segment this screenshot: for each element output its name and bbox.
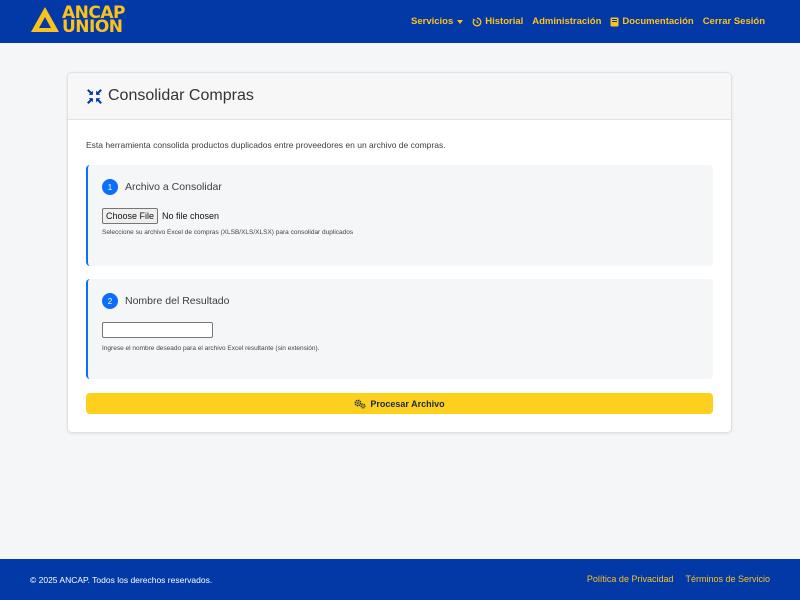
step-number-badge: 1 <box>102 179 118 195</box>
card-header: Consolidar Compras <box>68 73 731 120</box>
step-archivo-section: 1 Archivo a Consolidar Choose File No fi… <box>86 165 713 266</box>
intro-text: Esta herramienta consolida productos dup… <box>86 140 446 150</box>
step-number-badge: 2 <box>102 293 118 309</box>
nav-servicios-label: Servicios <box>411 16 454 27</box>
step-nombre-section: 2 Nombre del Resultado Ingrese el nombre… <box>86 279 713 379</box>
nav-documentacion[interactable]: Documentación <box>610 16 694 27</box>
page-title: Consolidar Compras <box>108 87 254 104</box>
top-navbar: ANCAP UNION Servicios Historial Administ… <box>0 0 800 43</box>
nav-cerrar-sesion[interactable]: Cerrar Sesión <box>703 16 765 27</box>
caret-down-icon <box>457 19 464 24</box>
nav-historial-label: Historial <box>485 16 524 27</box>
nav-administracion[interactable]: Administración <box>532 16 601 27</box>
process-button-label: Procesar Archivo <box>370 398 445 409</box>
file-status: No file chosen <box>162 211 220 221</box>
terms-of-service-link[interactable]: Términos de Servicio <box>685 574 770 584</box>
brand-name: ANCAP UNION <box>62 5 125 37</box>
nav-historial[interactable]: Historial <box>472 16 523 27</box>
step-label: Nombre del Resultado <box>125 295 230 307</box>
footer: © 2025 ANCAP. Todos los derechos reserva… <box>0 559 800 600</box>
brand-logo[interactable]: ANCAP UNION <box>30 5 125 37</box>
consolidate-card: Consolidar Compras Esta herramienta cons… <box>67 72 732 433</box>
privacy-policy-link[interactable]: Política de Privacidad <box>587 574 674 584</box>
choose-file-button[interactable]: Choose File <box>102 208 159 224</box>
nav-cerrar-sesion-label: Cerrar Sesión <box>702 16 765 27</box>
result-help-text: Ingrese el nombre deseado para el archiv… <box>102 345 320 352</box>
compress-arrows-icon <box>87 88 102 104</box>
result-name-input[interactable] <box>102 322 213 338</box>
file-input[interactable]: Choose File No file chosen <box>102 208 219 224</box>
brand-line-2: UNION <box>62 17 123 37</box>
footer-links: Política de Privacidad Términos de Servi… <box>575 574 770 584</box>
book-icon <box>610 17 619 27</box>
gears-icon <box>354 399 366 409</box>
history-icon <box>472 17 482 27</box>
step-header: 2 Nombre del Resultado <box>102 293 229 309</box>
nav-links: Servicios Historial Administración Docum… <box>402 0 765 43</box>
step-header: 1 Archivo a Consolidar <box>102 179 222 195</box>
nav-administracion-label: Administración <box>532 16 602 27</box>
nav-servicios-dropdown[interactable]: Servicios <box>411 16 464 27</box>
file-help-text: Seleccione su archivo Excel de compras (… <box>102 229 354 236</box>
copyright-text: © 2025 ANCAP. Todos los derechos reserva… <box>30 575 213 585</box>
ancap-logo-icon <box>31 7 59 32</box>
step-label: Archivo a Consolidar <box>125 181 222 193</box>
nav-documentacion-label: Documentación <box>622 16 694 27</box>
process-file-button[interactable]: Procesar Archivo <box>86 393 713 414</box>
